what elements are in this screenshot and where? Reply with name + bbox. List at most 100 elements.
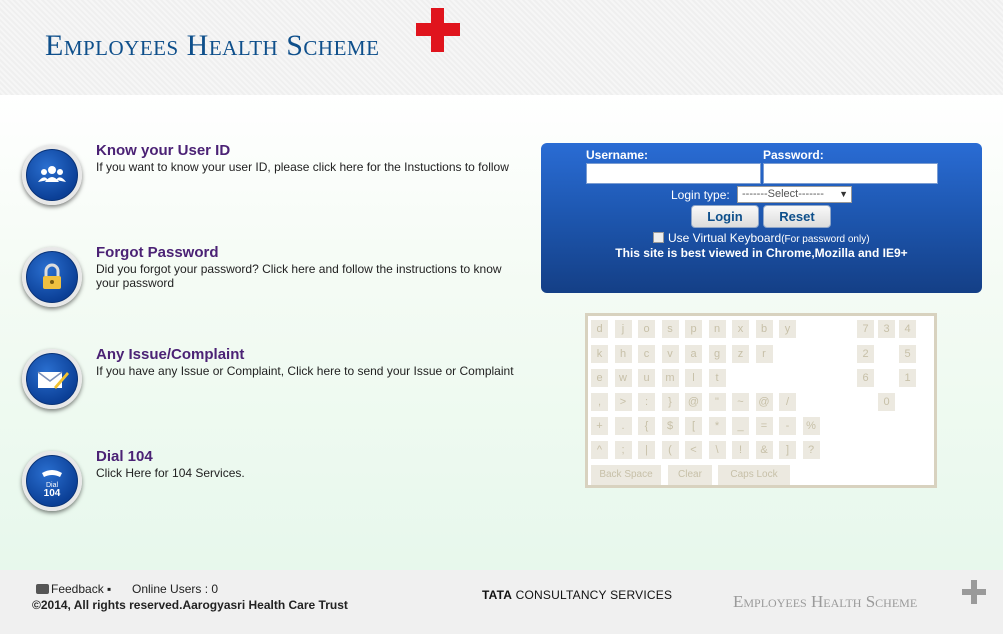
keyboard-key[interactable]: c <box>638 345 655 363</box>
keyboard-key[interactable]: } <box>661 393 679 411</box>
keyboard-key[interactable]: t <box>708 369 726 387</box>
keyboard-key[interactable]: w <box>614 369 632 387</box>
password-input[interactable] <box>763 163 938 184</box>
item-title: Know your User ID <box>96 142 231 159</box>
username-input[interactable] <box>586 163 761 184</box>
keyboard-key[interactable]: = <box>755 417 773 435</box>
footer: Feedback ▪ Online Users : 0 ©2014, All r… <box>0 570 1003 634</box>
keyboard-key[interactable]: l <box>685 369 702 387</box>
virtual-keyboard-label: Use Virtual Keyboard <box>668 231 782 245</box>
tcs-logo: TATA CONSULTANCY SERVICES <box>482 588 672 602</box>
keyboard-key[interactable]: s <box>661 320 679 338</box>
login-button[interactable]: Login <box>691 205 759 228</box>
keyboard-digit-key[interactable]: 5 <box>899 345 916 363</box>
issue-complaint-link[interactable]: Any Issue/Complaint If you have any Issu… <box>22 346 542 415</box>
reset-button[interactable]: Reset <box>763 205 831 228</box>
username-label: Username: <box>586 148 649 162</box>
keyboard-key[interactable]: * <box>708 417 726 435</box>
keyboard-key[interactable]: @ <box>755 393 773 411</box>
keyboard-key[interactable]: > <box>614 393 632 411</box>
keyboard-key[interactable]: & <box>755 441 773 459</box>
envelope-pen-icon <box>22 349 82 409</box>
keyboard-key[interactable]: , <box>591 393 608 411</box>
keyboard-key[interactable]: " <box>708 393 726 411</box>
keyboard-key[interactable]: n <box>708 320 726 338</box>
online-users: Online Users : 0 <box>132 582 219 596</box>
login-type-select[interactable]: -------Select------- ▼ <box>737 186 852 203</box>
keyboard-key[interactable]: ( <box>661 441 679 459</box>
keyboard-key[interactable]: { <box>638 417 655 435</box>
keyboard-key[interactable]: y <box>779 320 796 338</box>
keyboard-key[interactable]: k <box>591 345 608 363</box>
know-user-id-link[interactable]: Know your User ID If you want to know yo… <box>22 142 542 211</box>
keyboard-key[interactable]: ? <box>802 441 820 459</box>
footer-brand: Employees Health Scheme <box>733 592 918 611</box>
forgot-password-link[interactable]: Forgot Password Did you forgot your pass… <box>22 244 542 313</box>
header: Employees Health Scheme <box>0 0 1003 95</box>
keyboard-digit-key[interactable]: 0 <box>878 393 895 411</box>
feedback-link[interactable]: Feedback ▪ <box>36 582 111 596</box>
tcs-rest: CONSULTANCY SERVICES <box>512 588 673 602</box>
keyboard-key[interactable]: ! <box>732 441 749 459</box>
keyboard-key[interactable]: u <box>638 369 655 387</box>
item-description: Click Here for 104 Services. <box>96 466 245 480</box>
item-description: If you want to know your user ID, please… <box>96 160 509 174</box>
item-description: Did you forgot your password? Click here… <box>96 262 502 290</box>
keyboard-key[interactable]: b <box>755 320 773 338</box>
keyboard-key[interactable]: - <box>779 417 796 435</box>
keyboard-key[interactable]: o <box>638 320 655 338</box>
copyright: ©2014, All rights reserved.Aarogyasri He… <box>32 598 348 612</box>
virtual-keyboard-note: (For password only) <box>781 234 870 245</box>
users-icon <box>22 145 82 205</box>
keyboard-key[interactable]: z <box>732 345 749 363</box>
keyboard-key[interactable]: d <box>591 320 608 338</box>
keyboard-key[interactable]: ; <box>614 441 632 459</box>
keyboard-key[interactable]: ^ <box>591 441 608 459</box>
keyboard-key[interactable]: r <box>755 345 773 363</box>
keyboard-key[interactable]: ~ <box>732 393 749 411</box>
padlock-icon <box>22 247 82 307</box>
keyboard-digit-key[interactable]: 2 <box>857 345 874 363</box>
virtual-keyboard-checkbox[interactable] <box>653 232 664 243</box>
browser-note: This site is best viewed in Chrome,Mozil… <box>615 246 908 260</box>
keyboard-key[interactable]: + <box>591 417 608 435</box>
keyboard-key[interactable]: : <box>638 393 655 411</box>
keyboard-key[interactable]: x <box>732 320 749 338</box>
keyboard-key[interactable]: e <box>591 369 608 387</box>
virtual-keyboard-option: Use Virtual Keyboard(For password only) <box>653 231 870 245</box>
keyboard-key[interactable]: . <box>614 417 632 435</box>
caps-lock-key[interactable]: Caps Lock <box>718 465 790 485</box>
keyboard-key[interactable]: [ <box>685 417 702 435</box>
dial-104-link[interactable]: Dial 104 Dial 104 Click Here for 104 Ser… <box>22 448 542 517</box>
keyboard-key[interactable]: a <box>685 345 702 363</box>
item-title: Dial 104 <box>96 448 153 465</box>
keyboard-key[interactable]: @ <box>685 393 702 411</box>
keyboard-key[interactable]: < <box>685 441 702 459</box>
password-label: Password: <box>763 148 824 162</box>
keyboard-key[interactable]: m <box>661 369 679 387</box>
keyboard-key[interactable]: _ <box>732 417 749 435</box>
tcs-bold: TATA <box>482 588 513 602</box>
keyboard-key[interactable]: | <box>638 441 655 459</box>
keyboard-digit-key[interactable]: 6 <box>857 369 874 387</box>
keyboard-key[interactable]: $ <box>661 417 679 435</box>
keyboard-key[interactable]: h <box>614 345 632 363</box>
red-cross-icon <box>416 8 460 52</box>
keyboard-digit-key[interactable]: 4 <box>899 320 916 338</box>
keyboard-key[interactable]: ] <box>779 441 796 459</box>
keyboard-digit-key[interactable]: 3 <box>878 320 895 338</box>
keyboard-key[interactable]: \ <box>708 441 726 459</box>
keyboard-key[interactable]: v <box>661 345 679 363</box>
keyboard-digit-key[interactable]: 1 <box>899 369 916 387</box>
keyboard-digit-key[interactable]: 7 <box>857 320 874 338</box>
item-description: If you have any Issue or Complaint, Clic… <box>96 364 514 378</box>
keyboard-key[interactable]: j <box>614 320 632 338</box>
keyboard-key[interactable]: p <box>685 320 702 338</box>
dropdown-arrow-icon: ▼ <box>839 189 848 199</box>
clear-key[interactable]: Clear <box>668 465 712 485</box>
dial-number: 104 <box>44 488 61 499</box>
keyboard-key[interactable]: / <box>779 393 796 411</box>
backspace-key[interactable]: Back Space <box>591 465 661 485</box>
keyboard-key[interactable]: % <box>802 417 820 435</box>
keyboard-key[interactable]: g <box>708 345 726 363</box>
